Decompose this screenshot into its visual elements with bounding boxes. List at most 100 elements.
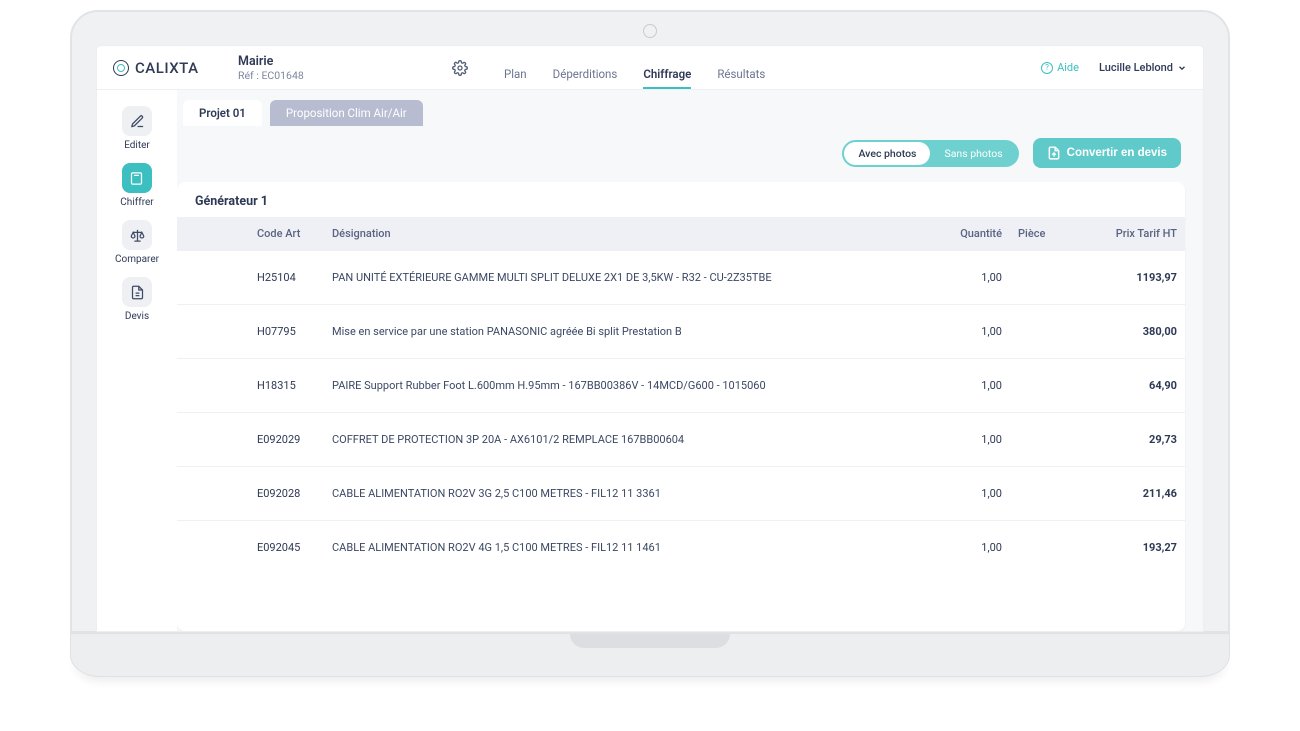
chevron-down-icon (1177, 63, 1187, 73)
sub-tab-projet[interactable]: Projet 01 (183, 100, 262, 126)
sidebar-item-comparer[interactable]: Comparer (115, 220, 159, 265)
convert-button[interactable]: Convertir en devis (1033, 138, 1181, 168)
row-code: E092028 (249, 467, 324, 521)
col-price: Prix Tarif HT (1090, 217, 1185, 251)
row-price: 64,90 (1090, 359, 1185, 413)
sidebar-item-devis[interactable]: Devis (122, 277, 152, 322)
row-qty: 1,00 (935, 467, 1010, 521)
sidebar-label: Chiffrer (120, 197, 153, 208)
header-right: ? Aide Lucille Leblond (1041, 61, 1187, 74)
row-piece (1010, 521, 1090, 575)
convert-label: Convertir en devis (1067, 147, 1167, 159)
sidebar-item-editer[interactable]: Editer (122, 106, 152, 151)
logo-mark-icon (113, 60, 129, 76)
row-code: E092029 (249, 413, 324, 467)
table-row[interactable]: E092028CABLE ALIMENTATION RO2V 3G 2,5 C1… (177, 467, 1185, 521)
row-qty: 1,00 (935, 359, 1010, 413)
edit-icon (122, 106, 152, 136)
row-price: 380,00 (1090, 305, 1185, 359)
col-quantity: Quantité (935, 217, 1010, 251)
row-code: H25104 (249, 251, 324, 305)
app-header: CALIXTA Mairie Réf : EC01648 Plan Déperd… (97, 46, 1203, 90)
row-price: 193,27 (1090, 521, 1185, 575)
row-designation: CABLE ALIMENTATION RO2V 3G 2,5 C100 METR… (324, 467, 935, 521)
row-thumb (177, 251, 249, 305)
sidebar: Editer Chiffrer Comparer (97, 90, 177, 631)
row-price: 211,46 (1090, 467, 1185, 521)
row-qty: 1,00 (935, 521, 1010, 575)
camera-bar (97, 24, 1203, 46)
export-icon (1047, 146, 1061, 160)
table-row[interactable]: E092045CABLE ALIMENTATION RO2V 4G 1,5 C1… (177, 521, 1185, 575)
help-icon: ? (1041, 62, 1053, 74)
laptop-mockup: CALIXTA Mairie Réf : EC01648 Plan Déperd… (70, 10, 1230, 677)
document-icon (122, 277, 152, 307)
row-qty: 1,00 (935, 413, 1010, 467)
table-row[interactable]: H18315PAIRE Support Rubber Foot L.600mm … (177, 359, 1185, 413)
toggle-without-photos[interactable]: Sans photos (930, 142, 1016, 165)
row-thumb (177, 413, 249, 467)
app-body: Editer Chiffrer Comparer (97, 90, 1203, 631)
sub-tab-proposition[interactable]: Proposition Clim Air/Air (270, 100, 423, 126)
items-table: Code Art Désignation Quantité Pièce Prix… (177, 217, 1185, 574)
sidebar-label: Devis (125, 311, 149, 322)
scale-icon (122, 220, 152, 250)
row-piece (1010, 251, 1090, 305)
tab-resultats[interactable]: Résultats (717, 67, 765, 89)
user-name: Lucille Leblond (1099, 61, 1173, 74)
row-designation: Mise en service par une station PANASONI… (324, 305, 935, 359)
table-header-row: Code Art Désignation Quantité Pièce Prix… (177, 217, 1185, 251)
sidebar-item-chiffrer[interactable]: Chiffrer (120, 163, 153, 208)
sub-tabs: Projet 01 Proposition Clim Air/Air (177, 100, 1185, 126)
col-spacer (177, 217, 249, 251)
tab-plan[interactable]: Plan (504, 67, 527, 89)
camera-dot (643, 24, 657, 38)
laptop-notch (570, 634, 730, 648)
row-designation: PAN UNITÉ EXTÉRIEURE GAMME MULTI SPLIT D… (324, 251, 935, 305)
sidebar-label: Comparer (115, 254, 159, 265)
row-code: E092045 (249, 521, 324, 575)
row-piece (1010, 413, 1090, 467)
row-designation: COFFRET DE PROTECTION 3P 20A - AX6101/2 … (324, 413, 935, 467)
project-title: Mairie (238, 54, 448, 69)
quote-table-card: Générateur 1 Code Art Désignation Q (177, 182, 1185, 631)
row-code: H18315 (249, 359, 324, 413)
tab-deperditions[interactable]: Déperditions (553, 67, 618, 89)
sidebar-label: Editer (124, 140, 150, 151)
table-row[interactable]: H07795Mise en service par une station PA… (177, 305, 1185, 359)
row-piece (1010, 359, 1090, 413)
table-row[interactable]: H25104PAN UNITÉ EXTÉRIEURE GAMME MULTI S… (177, 251, 1185, 305)
row-thumb (177, 305, 249, 359)
row-qty: 1,00 (935, 305, 1010, 359)
laptop-screen: CALIXTA Mairie Réf : EC01648 Plan Déperd… (70, 10, 1230, 633)
photo-toggle[interactable]: Avec photos Sans photos (842, 140, 1018, 167)
col-code: Code Art (249, 217, 324, 251)
col-piece: Pièce (1010, 217, 1090, 251)
action-row: Avec photos Sans photos Convertir en dev… (177, 138, 1185, 168)
project-info: Mairie Réf : EC01648 (238, 54, 448, 82)
calculator-icon (122, 163, 152, 193)
col-designation: Désignation (324, 217, 935, 251)
row-code: H07795 (249, 305, 324, 359)
row-thumb (177, 467, 249, 521)
settings-button[interactable] (452, 60, 468, 76)
gear-icon (452, 60, 468, 76)
main-area: Projet 01 Proposition Clim Air/Air Avec … (177, 90, 1203, 631)
toggle-with-photos[interactable]: Avec photos (844, 142, 930, 165)
help-link[interactable]: ? Aide (1041, 61, 1079, 74)
table-row[interactable]: E092029COFFRET DE PROTECTION 3P 20A - AX… (177, 413, 1185, 467)
row-price: 1193,97 (1090, 251, 1185, 305)
row-piece (1010, 467, 1090, 521)
row-qty: 1,00 (935, 251, 1010, 305)
row-thumb (177, 359, 249, 413)
user-menu[interactable]: Lucille Leblond (1099, 61, 1187, 74)
brand-name: CALIXTA (135, 59, 199, 77)
row-designation: CABLE ALIMENTATION RO2V 4G 1,5 C100 METR… (324, 521, 935, 575)
help-label: Aide (1057, 61, 1079, 74)
row-piece (1010, 305, 1090, 359)
laptop-base (70, 633, 1230, 677)
main-tabs: Plan Déperditions Chiffrage Résultats (504, 46, 765, 89)
section-title: Générateur 1 (177, 182, 1185, 217)
brand-logo[interactable]: CALIXTA (113, 59, 228, 77)
tab-chiffrage[interactable]: Chiffrage (643, 67, 691, 89)
